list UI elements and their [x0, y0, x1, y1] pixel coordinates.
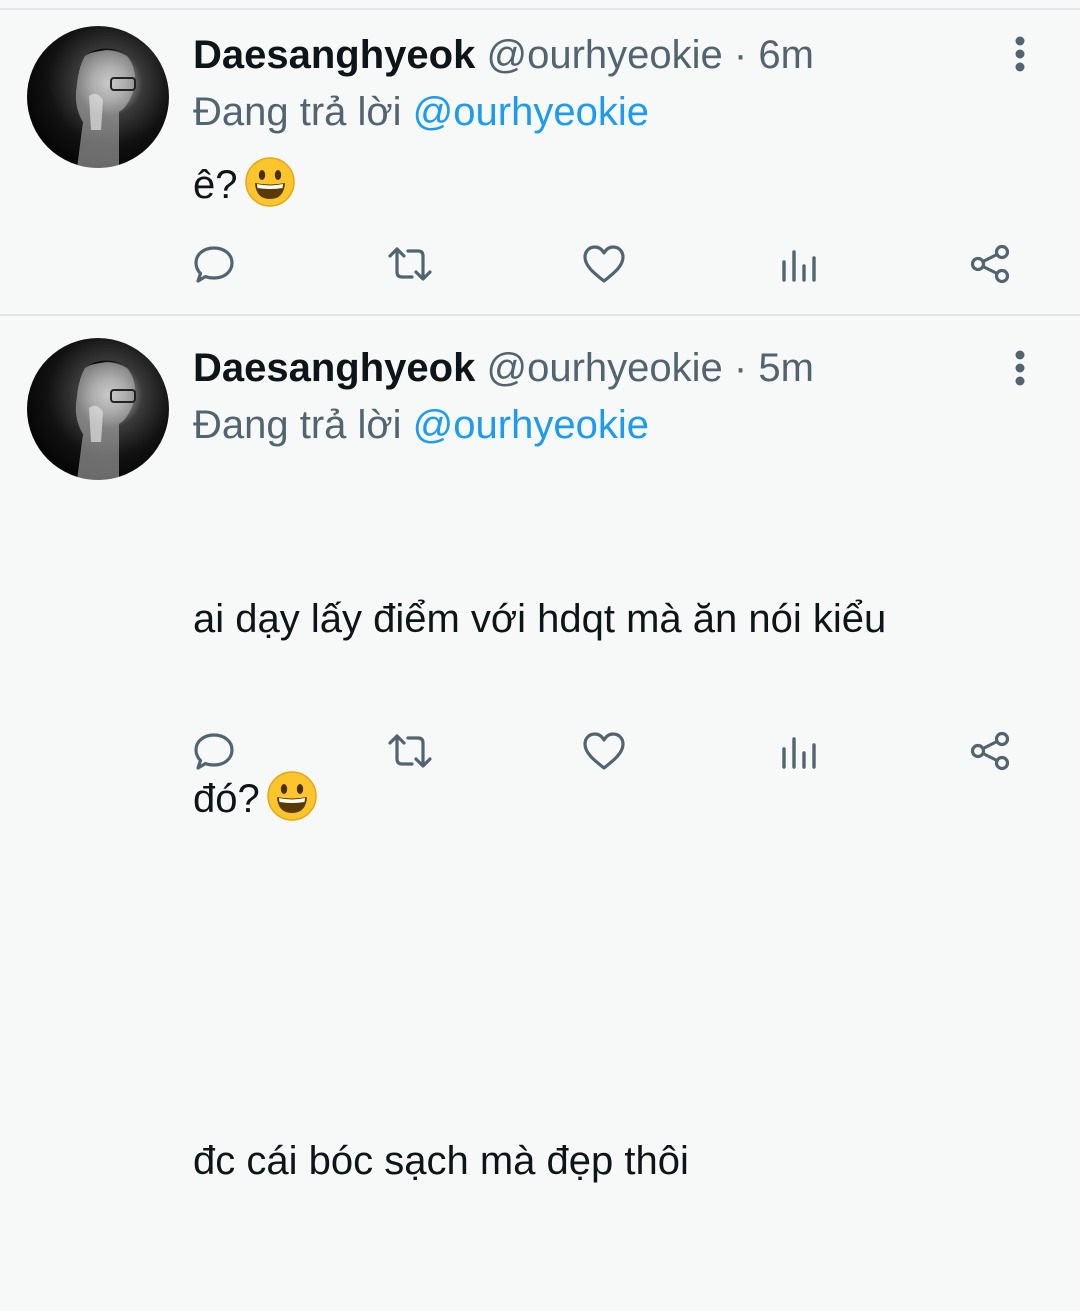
avatar[interactable]	[27, 26, 169, 168]
tweet-text: ai dạy lấy điểm với hdqt mà ăn nói kiểu …	[193, 469, 1043, 1311]
avatar-photo-icon	[75, 48, 136, 168]
reply-icon[interactable]	[190, 240, 238, 288]
avatar[interactable]	[27, 338, 169, 480]
share-icon[interactable]	[966, 240, 1014, 288]
dot-separator: ·	[733, 346, 748, 390]
like-icon[interactable]	[580, 240, 628, 288]
tweet-text-line: đc cái bóc sạch mà đẹp thôi	[193, 1139, 689, 1183]
tweet-text-line: ai dạy lấy điểm với hdqt mà ăn nói kiểu	[193, 597, 887, 641]
tweet-header: Daesanghyeok @ourhyeokie · 5m	[193, 346, 814, 391]
retweet-icon[interactable]	[386, 727, 434, 775]
timestamp[interactable]: 6m	[758, 33, 814, 77]
retweet-icon[interactable]	[386, 240, 434, 288]
more-options-icon[interactable]	[1004, 34, 1036, 74]
more-options-icon[interactable]	[1004, 348, 1036, 388]
tweet-1[interactable]: Daesanghyeok @ourhyeokie · 6m Đang trả l…	[0, 0, 1080, 312]
replying-prefix: Đang trả lời	[193, 90, 402, 134]
avatar-photo-icon	[75, 360, 136, 480]
tweet-text: ê?	[193, 155, 1043, 215]
handle[interactable]: @ourhyeokie	[486, 33, 722, 77]
handle[interactable]: @ourhyeokie	[486, 346, 722, 390]
tweet-text-line: ê?	[193, 163, 238, 207]
analytics-icon[interactable]	[774, 727, 822, 775]
timeline-feed: Daesanghyeok @ourhyeokie · 6m Đang trả l…	[0, 0, 1080, 1183]
grinning-face-emoji-icon	[244, 157, 295, 207]
tweet-2[interactable]: Daesanghyeok @ourhyeokie · 5m Đang trả l…	[0, 316, 1080, 1183]
analytics-icon[interactable]	[774, 240, 822, 288]
share-icon[interactable]	[966, 727, 1014, 775]
display-name[interactable]: Daesanghyeok	[193, 33, 475, 77]
tweet-header: Daesanghyeok @ourhyeokie · 6m	[193, 33, 814, 78]
like-icon[interactable]	[580, 727, 628, 775]
replying-prefix: Đang trả lời	[193, 403, 402, 447]
timestamp[interactable]: 5m	[758, 346, 814, 390]
dot-separator: ·	[733, 33, 748, 77]
replying-to-line: Đang trả lời @ourhyeokie	[193, 90, 649, 135]
display-name[interactable]: Daesanghyeok	[193, 346, 475, 390]
mention-link[interactable]: @ourhyeokie	[413, 403, 649, 447]
action-bar	[0, 727, 1080, 787]
mention-link[interactable]: @ourhyeokie	[413, 90, 649, 134]
action-bar	[0, 240, 1080, 300]
replying-to-line: Đang trả lời @ourhyeokie	[193, 403, 649, 448]
reply-icon[interactable]	[190, 727, 238, 775]
